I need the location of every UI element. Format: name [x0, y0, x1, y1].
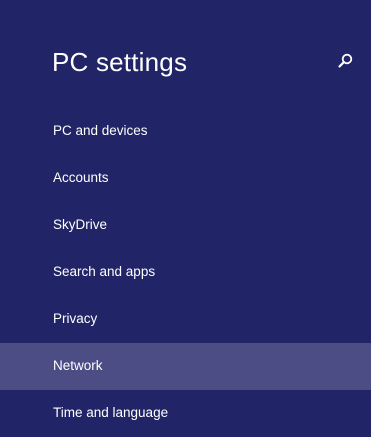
nav-item-time-and-language[interactable]: Time and language — [0, 390, 371, 437]
nav-item-privacy[interactable]: Privacy — [0, 296, 371, 343]
nav-item-pc-and-devices[interactable]: PC and devices — [0, 108, 371, 155]
nav-item-label: Search and apps — [53, 264, 156, 279]
header: PC settings — [0, 0, 371, 110]
page-title: PC settings — [52, 47, 188, 77]
nav-item-label: Time and language — [53, 405, 169, 420]
nav-item-search-and-apps[interactable]: Search and apps — [0, 249, 371, 296]
nav-item-label: SkyDrive — [53, 217, 108, 232]
nav-item-label: PC and devices — [53, 123, 148, 138]
nav-item-label: Accounts — [53, 170, 109, 185]
settings-nav: PC and devices Accounts SkyDrive Search … — [0, 108, 371, 437]
search-icon — [334, 50, 356, 72]
search-button[interactable] — [334, 50, 356, 72]
nav-item-skydrive[interactable]: SkyDrive — [0, 202, 371, 249]
nav-item-network[interactable]: Network — [0, 343, 371, 390]
nav-item-accounts[interactable]: Accounts — [0, 155, 371, 202]
nav-item-label: Privacy — [53, 311, 98, 326]
nav-item-label: Network — [53, 358, 103, 373]
